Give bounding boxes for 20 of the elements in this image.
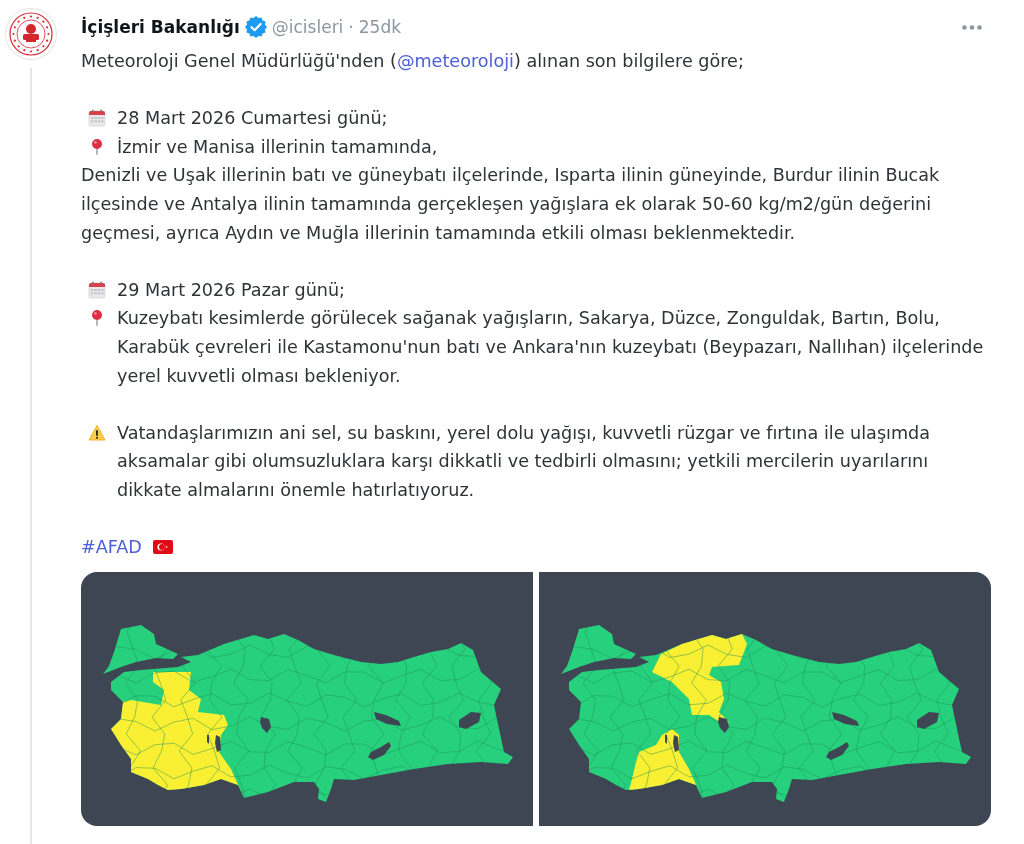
hashtag-link[interactable]: #AFAD (81, 533, 142, 562)
author-handle[interactable]: @icisleri (271, 17, 344, 37)
body-text: Denizli ve Uşak illerinin batı ve güneybatı ilçelerinde, Isparta ilinin güneyinde, Burdur ilinin Bucak ilçesinde ve Antalya ilinin tamamında gerçekleşen yağışlara ek olarak 50-60 kg/m2/gün değerini geçmesi, ayrıca Aydın ve Muğla illerinin tamamında etkili olması beklenmektedir. (81, 164, 941, 245)
warning-icon (88, 423, 106, 442)
post-time[interactable]: 25dk (358, 17, 402, 37)
warning-text: Vatandaşlarımızın ani sel, su baskını, yerel dolu yağışı, kuvvetli rüzgar ve fırtına ile ulaşımda aksamalar gibi olumsuzluklara karşı dikkatli ve tedbirli olmasını; yetkili mercilerin uyarılarını dikkate almalarını önemle hatırlatıyoruz. (117, 421, 932, 502)
calendar-icon (88, 109, 106, 128)
mention-link[interactable]: @meteoroloji (396, 51, 514, 71)
location-text: İzmir ve Manisa illerinin tamamında, (117, 135, 439, 159)
map-image[interactable] (81, 571, 533, 826)
author-name[interactable]: İçişleri Bakanlığı (81, 17, 240, 37)
date-text: 29 Mart 2026 Pazar günü; (117, 278, 347, 302)
intro-text: Meteoroloji Genel Müdürlüğü'nden (@meteoroloji) alınan son bilgilere göre; (81, 50, 745, 73)
location-text: Kuzeybatı kesimlerde görülecek sağanak yağışların, Sakarya, Düzce, Zonguldak, Bartın, Bolu, Karabük çevreleri ile Kastamonu'nun batı ve Ankara'nın kuzeybatı (Beypazarı, Nallıhan) ilçelerinde yerel kuvvetli olması bekleniyor. (117, 307, 985, 388)
separator-dot: · (348, 17, 354, 37)
date-text: 28 Mart 2026 Cumartesi günü; (117, 107, 389, 131)
more-icon (962, 24, 982, 30)
map-image[interactable] (539, 571, 991, 826)
calendar-icon (88, 280, 106, 299)
avatar-emblem-icon (5, 8, 57, 60)
